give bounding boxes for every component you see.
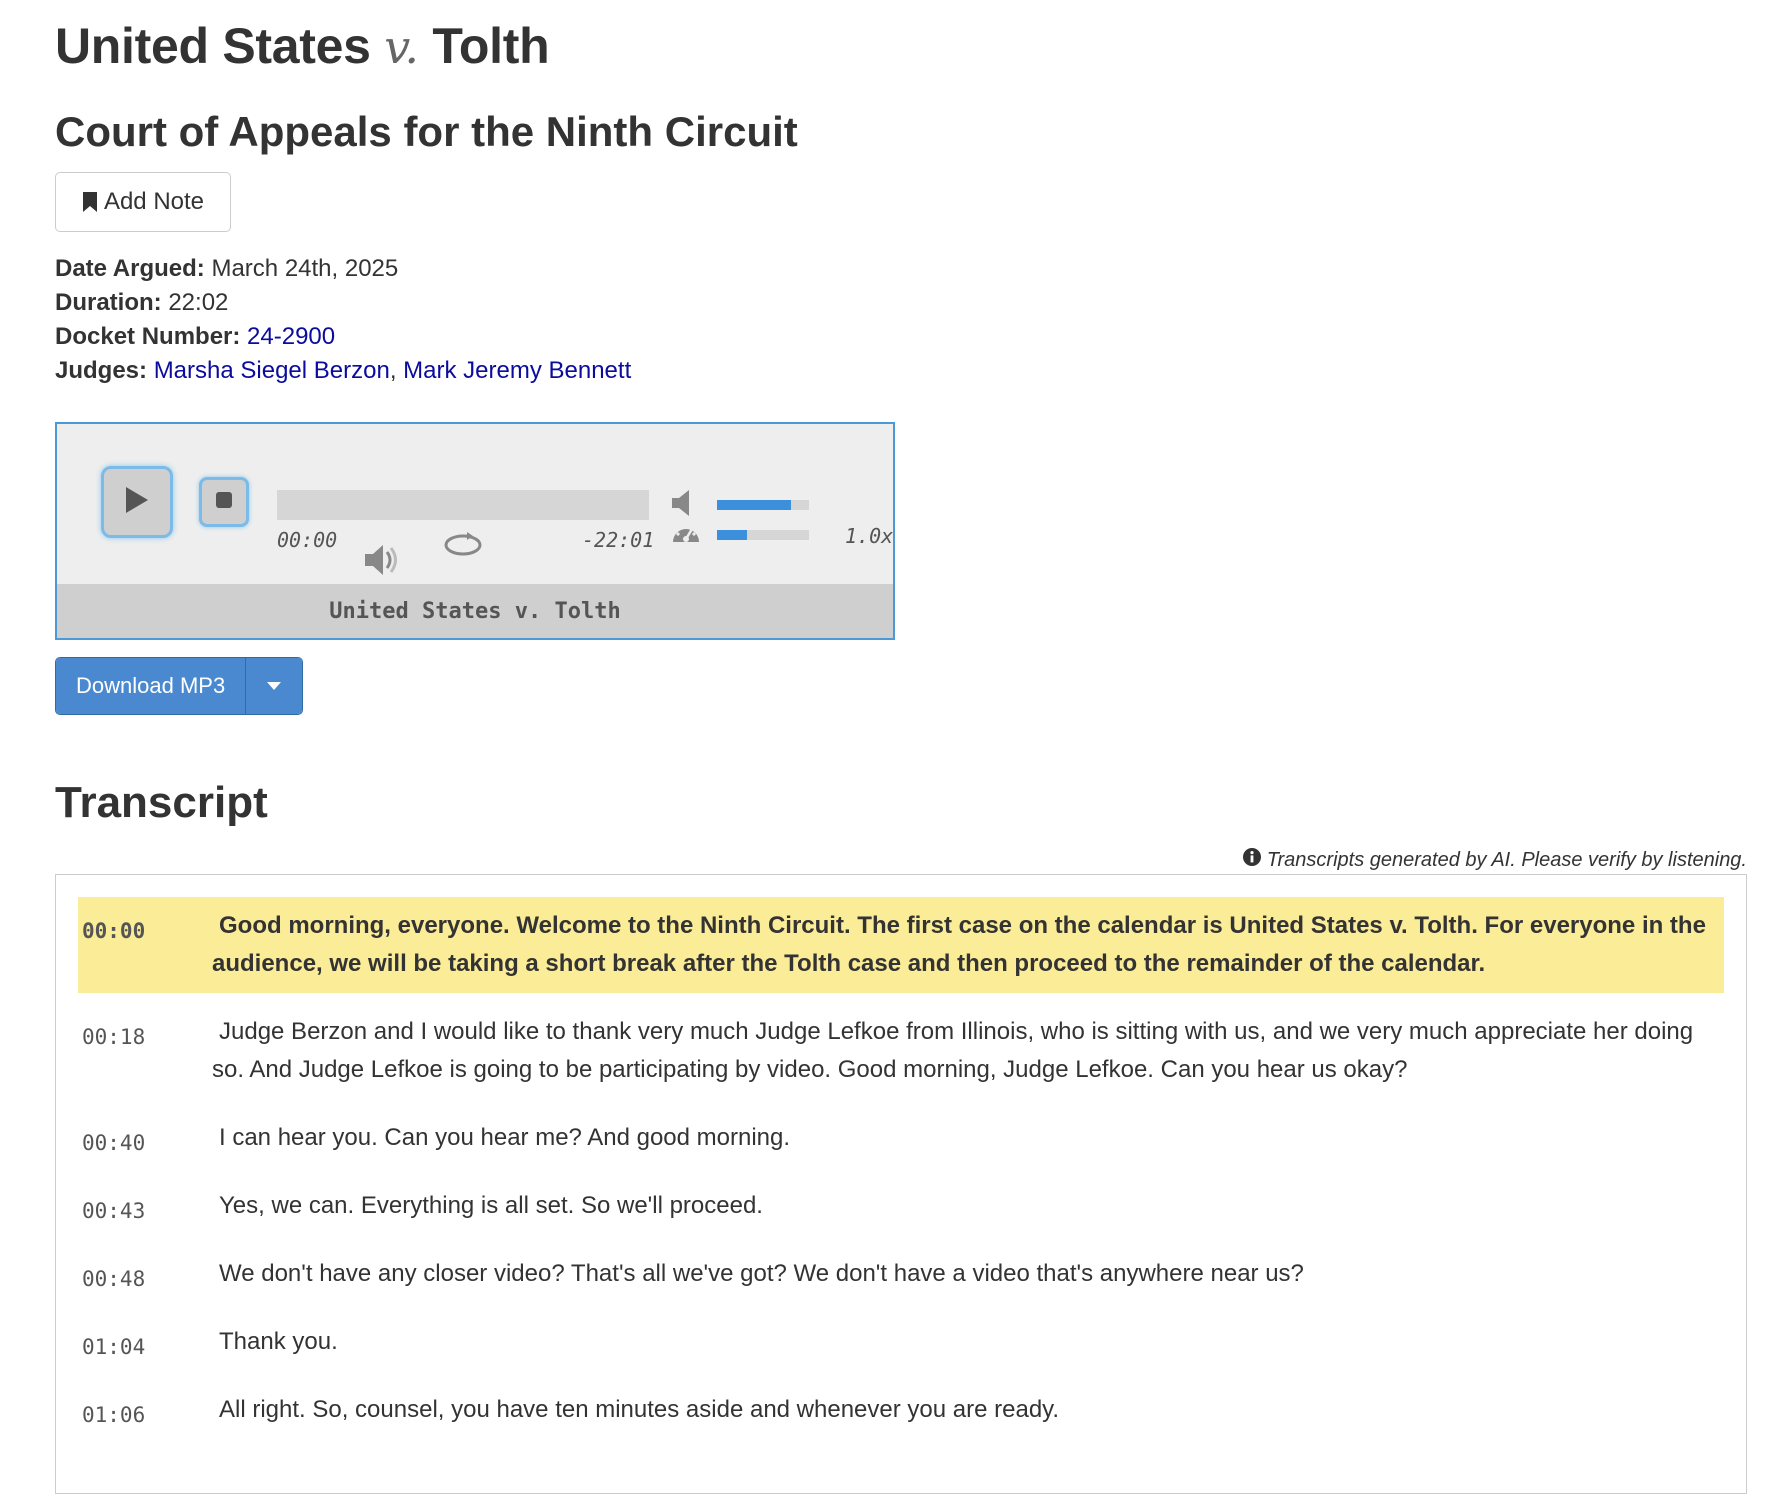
judge-link[interactable]: Mark Jeremy Bennett [403, 357, 631, 384]
play-button[interactable] [101, 466, 173, 538]
case-title-party2: Tolth [432, 18, 550, 74]
transcript-text: I can hear you. Can you hear me? And goo… [219, 1124, 791, 1151]
player-title: United States v. Tolth [57, 584, 893, 638]
transcript-text: All right. So, counsel, you have ten min… [219, 1396, 1060, 1423]
duration-row: Duration: 22:02 [55, 286, 631, 320]
transcript-text: Thank you. [219, 1328, 338, 1355]
transcript-text: Good morning, everyone. Welcome to the N… [212, 912, 1706, 977]
judge-link[interactable]: Marsha Siegel Berzon [154, 357, 390, 384]
caret-down-icon [267, 677, 282, 695]
transcript-text: Judge Berzon and I would like to thank v… [212, 1018, 1694, 1083]
transcript-line[interactable]: 00:40 I can hear you. Can you hear me? A… [78, 1109, 1724, 1167]
download-mp3-button[interactable]: Download MP3 [56, 658, 247, 714]
transcript-line[interactable]: 01:04 Thank you. [78, 1313, 1724, 1371]
bookmark-icon [82, 192, 98, 212]
transcript-line[interactable]: 01:06 All right. So, counsel, you have t… [78, 1381, 1724, 1439]
transcript-timestamp[interactable]: 01:06 [82, 1403, 145, 1427]
docket-link[interactable]: 24-2900 [247, 323, 335, 350]
mute-icon[interactable] [363, 542, 403, 583]
transcript-line[interactable]: 00:18 Judge Berzon and I would like to t… [78, 1003, 1724, 1099]
transcript-timestamp[interactable]: 00:48 [82, 1267, 145, 1291]
docket-label: Docket Number: [55, 323, 241, 350]
case-title: United States v. Tolth [55, 17, 550, 75]
playback-rate: 1.0x [845, 524, 894, 548]
transcript-line[interactable]: 00:48 We don't have any closer video? Th… [78, 1245, 1724, 1303]
transcript-heading: Transcript [55, 778, 268, 827]
download-dropdown-button[interactable] [246, 658, 303, 714]
info-icon [1242, 848, 1261, 872]
download-button-group: Download MP3 [55, 657, 304, 715]
disclaimer-text: Transcripts generated by AI. Please veri… [1266, 848, 1747, 871]
speed-slider[interactable] [717, 530, 809, 540]
volume-icon[interactable] [670, 488, 700, 523]
play-icon [124, 486, 150, 519]
case-title-party1: United States [55, 18, 371, 74]
stop-icon [215, 491, 233, 514]
date-argued-label: Date Argued: [55, 255, 205, 282]
judges-row: Judges: Marsha Siegel Berzon, Mark Jerem… [55, 354, 631, 388]
transcript-timestamp[interactable]: 00:00 [82, 919, 145, 943]
judges-label: Judges: [55, 357, 148, 384]
transcript-timestamp[interactable]: 00:40 [82, 1131, 145, 1155]
remaining-time: -22:01 [582, 528, 655, 552]
audio-player: 00:00 -22:01 1.0x United States v. Tolth [55, 422, 895, 640]
transcript-panel: 00:00 Good morning, everyone. Welcome to… [55, 874, 1747, 1494]
case-metadata: Date Argued: March 24th, 2025 Duration: … [55, 252, 631, 388]
docket-row: Docket Number: 24-2900 [55, 320, 631, 354]
current-time: 00:00 [277, 528, 338, 552]
transcript-text: We don't have any closer video? That's a… [219, 1260, 1304, 1287]
judge-separator: , [389, 357, 397, 384]
transcript-disclaimer: Transcripts generated by AI. Please veri… [1242, 848, 1747, 872]
duration-label: Duration: [55, 289, 162, 316]
player-controls: 00:00 -22:01 1.0x [57, 424, 893, 586]
transcript-timestamp[interactable]: 00:18 [82, 1025, 145, 1049]
speedometer-icon[interactable] [671, 520, 701, 551]
add-note-button[interactable]: Add Note [55, 172, 231, 232]
volume-slider[interactable] [717, 500, 809, 510]
volume-level [717, 500, 791, 510]
speed-level [717, 530, 748, 540]
court-name: Court of Appeals for the Ninth Circuit [55, 108, 798, 155]
stop-button[interactable] [199, 477, 249, 527]
date-argued-row: Date Argued: March 24th, 2025 [55, 252, 631, 286]
duration-value: 22:02 [168, 289, 229, 316]
transcript-text: Yes, we can. Everything is all set. So w… [219, 1192, 763, 1219]
transcript-line[interactable]: 00:43 Yes, we can. Everything is all set… [78, 1177, 1724, 1235]
add-note-label: Add Note [103, 188, 205, 215]
transcript-timestamp[interactable]: 01:04 [82, 1335, 145, 1359]
transcript-line[interactable]: 00:00 Good morning, everyone. Welcome to… [78, 897, 1724, 993]
case-title-versus: v. [384, 20, 419, 74]
transcript-timestamp[interactable]: 00:43 [82, 1199, 145, 1223]
loop-icon[interactable] [443, 528, 483, 563]
seek-bar[interactable] [277, 490, 649, 520]
date-argued-value: March 24th, 2025 [211, 255, 399, 282]
